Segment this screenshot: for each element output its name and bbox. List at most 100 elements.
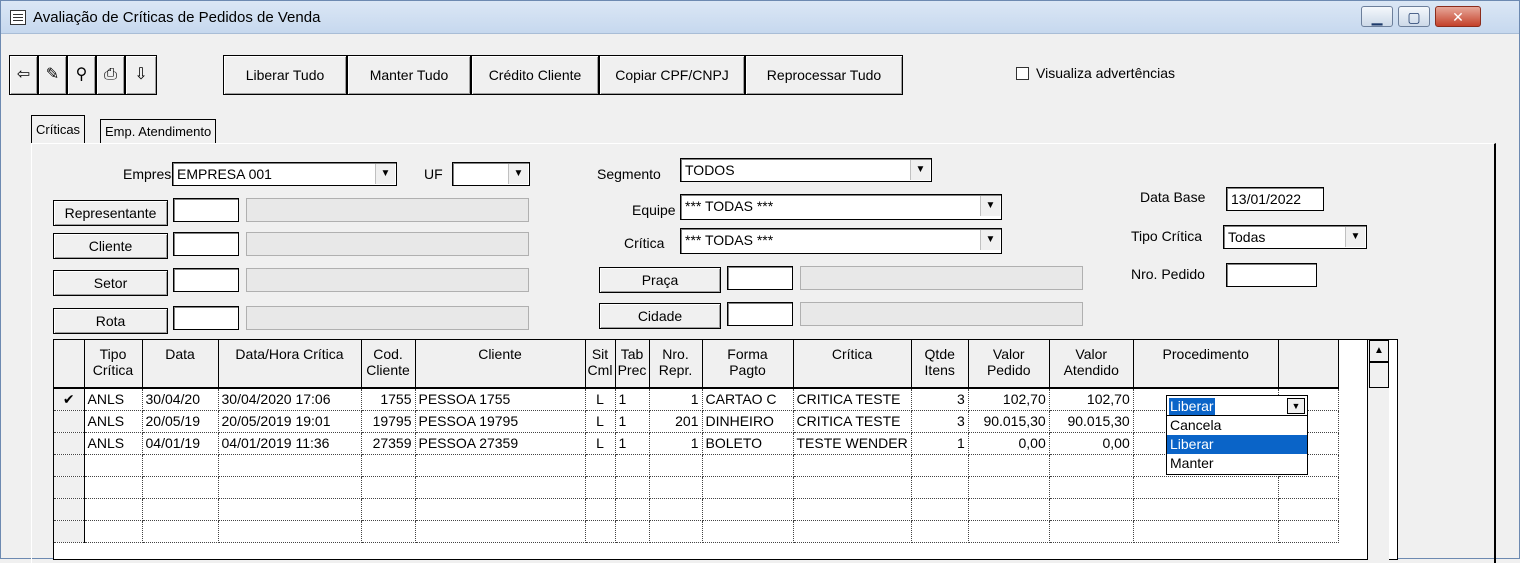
table-cell[interactable] bbox=[1049, 454, 1134, 477]
table-cell[interactable] bbox=[218, 454, 362, 477]
row-indicator[interactable] bbox=[54, 432, 85, 455]
empty-row[interactable] bbox=[54, 520, 1339, 543]
column-header[interactable]: Forma Pagto bbox=[702, 340, 794, 389]
table-cell[interactable] bbox=[142, 454, 219, 477]
critica-select[interactable]: *** TODAS *** ▼ bbox=[680, 228, 1002, 254]
table-cell[interactable] bbox=[142, 476, 219, 499]
table-cell[interactable] bbox=[1133, 520, 1279, 543]
table-cell[interactable]: 90.015,30 bbox=[968, 410, 1050, 433]
manter-tudo-button[interactable]: Manter Tudo bbox=[347, 55, 471, 95]
table-cell[interactable] bbox=[793, 454, 912, 477]
rota-button[interactable]: Rota bbox=[53, 308, 168, 334]
table-cell[interactable] bbox=[361, 498, 416, 521]
empty-row[interactable] bbox=[54, 476, 1339, 499]
reprocessar-tudo-button[interactable]: Reprocessar Tudo bbox=[745, 55, 903, 95]
table-cell[interactable] bbox=[649, 520, 703, 543]
setor-code-input[interactable] bbox=[173, 268, 239, 292]
table-cell[interactable]: 20/05/19 bbox=[142, 410, 219, 433]
table-cell[interactable] bbox=[702, 476, 794, 499]
table-cell[interactable] bbox=[585, 476, 616, 499]
column-header[interactable]: Cod. Cliente bbox=[361, 340, 416, 389]
table-cell[interactable]: 3 bbox=[911, 388, 969, 411]
column-header[interactable]: Crítica bbox=[793, 340, 912, 389]
table-cell[interactable] bbox=[911, 498, 969, 521]
row-indicator[interactable] bbox=[54, 498, 85, 521]
table-cell[interactable] bbox=[702, 454, 794, 477]
table-cell[interactable]: 20/05/2019 19:01 bbox=[218, 410, 362, 433]
column-header[interactable]: Cliente bbox=[415, 340, 586, 389]
edit-button[interactable]: ✎ bbox=[38, 55, 67, 95]
praca-code-input[interactable] bbox=[727, 266, 793, 290]
search-button[interactable]: ⚲ bbox=[67, 55, 96, 95]
table-cell[interactable] bbox=[702, 498, 794, 521]
nro-pedido-input[interactable] bbox=[1226, 263, 1317, 287]
equipe-select[interactable]: *** TODAS *** ▼ bbox=[680, 194, 1002, 220]
table-cell[interactable]: 30/04/2020 17:06 bbox=[218, 388, 362, 411]
table-cell[interactable]: L bbox=[585, 432, 616, 455]
close-button[interactable]: ✕ bbox=[1435, 6, 1481, 27]
rota-code-input[interactable] bbox=[173, 306, 239, 330]
table-cell[interactable] bbox=[585, 498, 616, 521]
column-header[interactable]: Valor Atendido bbox=[1049, 340, 1134, 389]
table-cell[interactable]: 1 bbox=[615, 388, 650, 411]
table-cell[interactable]: L bbox=[585, 388, 616, 411]
minimize-button[interactable]: ▁ bbox=[1361, 6, 1393, 27]
table-cell[interactable]: PESSOA 19795 bbox=[415, 410, 586, 433]
table-cell[interactable] bbox=[142, 498, 219, 521]
table-cell[interactable] bbox=[615, 498, 650, 521]
row-indicator[interactable] bbox=[54, 520, 85, 543]
uf-select[interactable]: ▼ bbox=[452, 162, 530, 186]
table-cell[interactable] bbox=[911, 476, 969, 499]
table-cell[interactable] bbox=[1278, 520, 1339, 543]
visualiza-advertencias-checkbox[interactable] bbox=[1016, 67, 1029, 80]
data-base-input[interactable]: 13/01/2022 bbox=[1226, 187, 1324, 211]
table-row[interactable]: ANLS 20/05/19 20/05/2019 19:01 19795 PESSOA … bbox=[54, 410, 1339, 433]
table-cell[interactable] bbox=[585, 454, 616, 477]
table-cell[interactable] bbox=[585, 520, 616, 543]
empresa-select[interactable]: EMPRESA 001 ▼ bbox=[172, 162, 397, 186]
procedimento-select[interactable]: Liberar ▼ bbox=[1166, 395, 1308, 417]
column-header[interactable]: Qtde Itens bbox=[911, 340, 969, 389]
empty-row[interactable] bbox=[54, 498, 1339, 521]
table-cell[interactable]: DINHEIRO bbox=[702, 410, 794, 433]
table-cell[interactable] bbox=[968, 476, 1050, 499]
table-cell[interactable] bbox=[649, 476, 703, 499]
table-cell[interactable]: 1 bbox=[615, 410, 650, 433]
representante-button[interactable]: Representante bbox=[53, 200, 168, 226]
option-liberar[interactable]: Liberar bbox=[1167, 435, 1307, 454]
table-cell[interactable]: PESSOA 1755 bbox=[415, 388, 586, 411]
cliente-button[interactable]: Cliente bbox=[53, 233, 168, 259]
row-indicator[interactable] bbox=[54, 454, 85, 477]
table-cell[interactable]: 3 bbox=[911, 410, 969, 433]
table-cell[interactable] bbox=[142, 520, 219, 543]
table-cell[interactable] bbox=[84, 454, 143, 477]
table-cell[interactable] bbox=[84, 476, 143, 499]
table-cell[interactable] bbox=[415, 476, 586, 499]
column-header[interactable]: Data bbox=[142, 340, 219, 389]
chevron-down-icon[interactable]: ▼ bbox=[1287, 398, 1305, 414]
column-header[interactable]: Data/Hora Crítica bbox=[218, 340, 362, 389]
table-cell[interactable] bbox=[1133, 476, 1279, 499]
setor-button[interactable]: Setor bbox=[53, 270, 168, 296]
grid-scrollbar[interactable]: ▲ bbox=[1367, 340, 1389, 560]
table-cell[interactable]: CARTAO C bbox=[702, 388, 794, 411]
column-header[interactable]: Sit Cml bbox=[585, 340, 616, 389]
print-button[interactable]: ⎙ bbox=[96, 55, 125, 95]
table-cell[interactable] bbox=[361, 520, 416, 543]
table-cell[interactable]: ANLS bbox=[84, 388, 143, 411]
table-cell[interactable] bbox=[1049, 520, 1134, 543]
table-cell[interactable]: CRITICA TESTE bbox=[793, 410, 912, 433]
column-header[interactable]: Tipo Crítica bbox=[84, 340, 143, 389]
table-cell[interactable]: 102,70 bbox=[968, 388, 1050, 411]
table-cell[interactable]: BOLETO bbox=[702, 432, 794, 455]
table-cell[interactable]: 19795 bbox=[361, 410, 416, 433]
table-cell[interactable]: 0,00 bbox=[1049, 432, 1134, 455]
table-cell[interactable]: 90.015,30 bbox=[1049, 410, 1134, 433]
table-cell[interactable] bbox=[615, 520, 650, 543]
table-cell[interactable] bbox=[1049, 476, 1134, 499]
table-cell[interactable] bbox=[1133, 498, 1279, 521]
table-cell[interactable] bbox=[702, 520, 794, 543]
table-cell[interactable] bbox=[911, 520, 969, 543]
table-cell[interactable]: 04/01/19 bbox=[142, 432, 219, 455]
table-cell[interactable] bbox=[218, 498, 362, 521]
